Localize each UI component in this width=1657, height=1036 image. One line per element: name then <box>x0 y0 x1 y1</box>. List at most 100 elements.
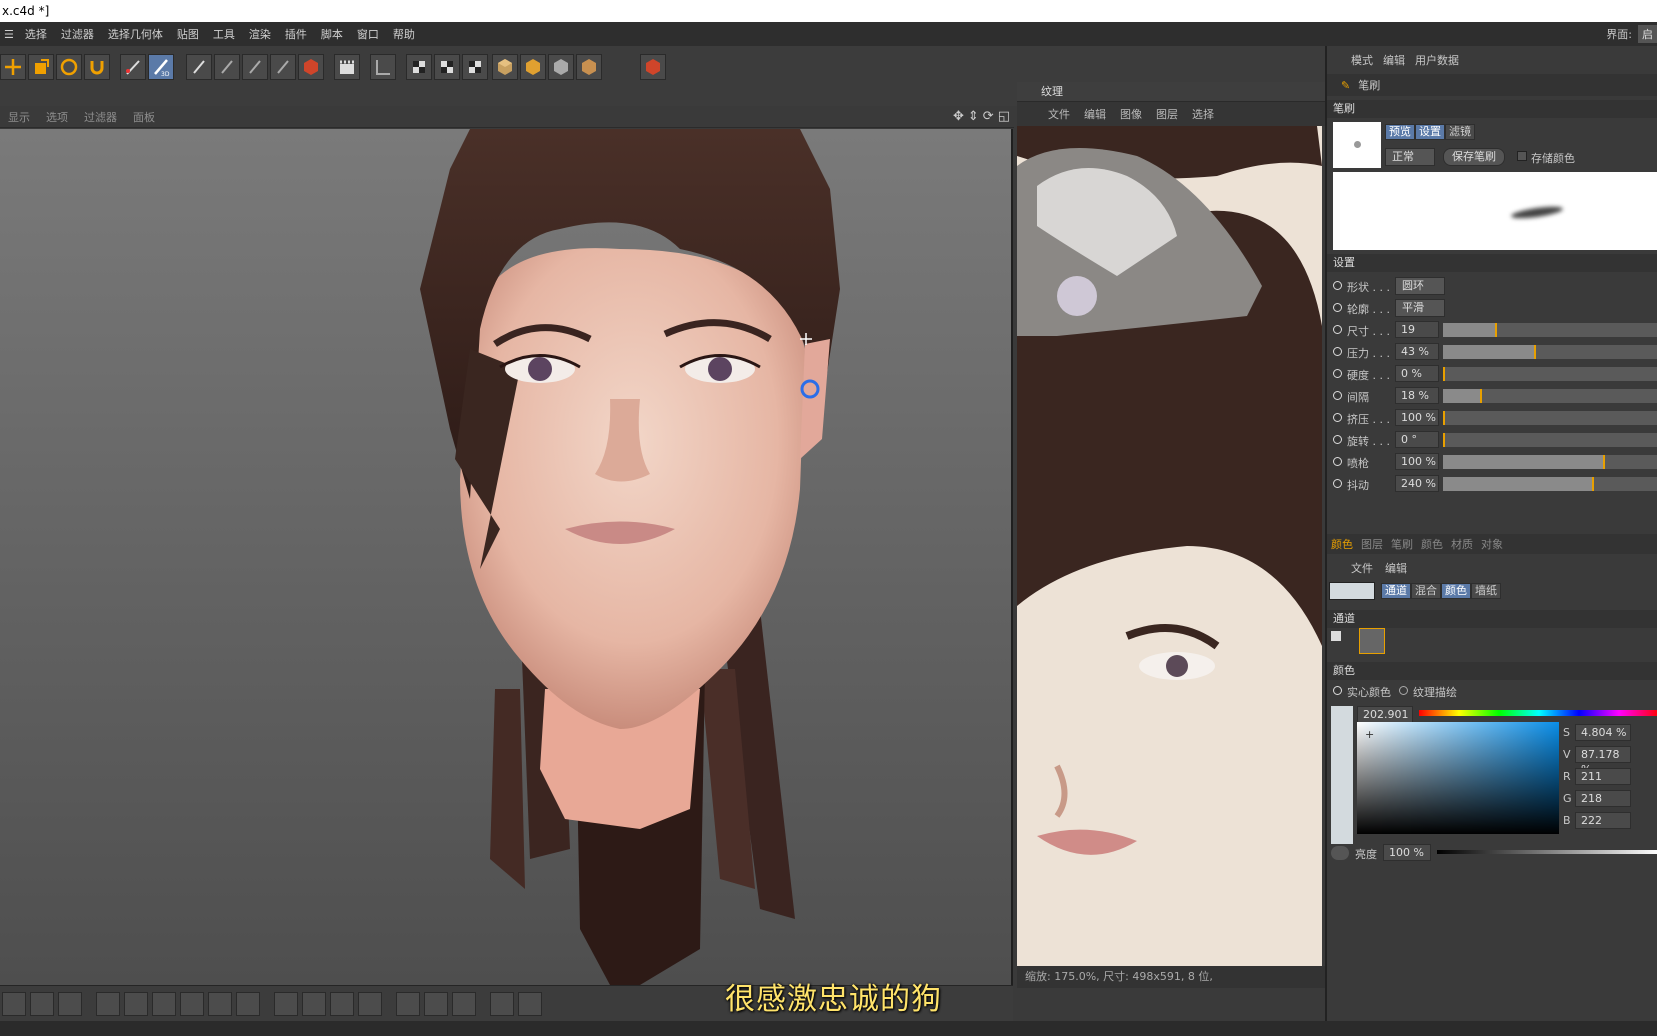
blend-mode-dropdown[interactable]: 正常 <box>1385 148 1435 166</box>
viewport-menu-filter[interactable]: 过滤器 <box>76 109 125 125</box>
sv-picker[interactable]: + <box>1357 722 1559 834</box>
texture-menu-layer[interactable]: 图层 <box>1149 106 1185 122</box>
param-slider[interactable] <box>1443 389 1657 403</box>
tab-color-active[interactable]: 颜色 <box>1331 536 1353 552</box>
uv-tool-14-button[interactable] <box>396 992 420 1016</box>
paint-3d-button[interactable]: 3D <box>148 54 174 80</box>
param-value-field[interactable]: 43 % <box>1395 343 1439 360</box>
render-button[interactable] <box>334 54 360 80</box>
v-field[interactable]: 87.178 % <box>1575 746 1631 776</box>
attr-menu-edit[interactable]: 编辑 <box>1383 52 1405 68</box>
cube-2-button[interactable] <box>520 54 546 80</box>
magnet-tool-button[interactable] <box>84 54 110 80</box>
texture-paint-button[interactable] <box>298 54 324 80</box>
mode-tab-mix[interactable]: 混合 <box>1411 583 1441 599</box>
param-slider[interactable] <box>1443 433 1657 447</box>
texture-menu-image[interactable]: 图像 <box>1113 106 1149 122</box>
uv-tool-1-button[interactable] <box>2 992 26 1016</box>
param-slider[interactable] <box>1443 411 1657 425</box>
uv-tool-6-button[interactable] <box>152 992 176 1016</box>
viewport-menu-options[interactable]: 选项 <box>38 109 76 125</box>
texture-menu-select[interactable]: 选择 <box>1185 106 1221 122</box>
g-field[interactable]: 218 <box>1575 790 1631 807</box>
store-color-checkbox[interactable] <box>1517 151 1527 161</box>
cube-checker-3-button[interactable] <box>462 54 488 80</box>
brightness-field[interactable]: 100 % <box>1383 844 1431 861</box>
texture-canvas[interactable] <box>1017 126 1322 966</box>
uv-tool-10-button[interactable] <box>274 992 298 1016</box>
paint-tool-1-button[interactable] <box>186 54 212 80</box>
uv-tool-7-button[interactable] <box>180 992 204 1016</box>
hue-slider[interactable] <box>1419 710 1657 716</box>
channel-thumbnail[interactable] <box>1359 628 1385 654</box>
param-slider[interactable] <box>1443 345 1657 359</box>
orbit-icon[interactable]: ⟳ <box>983 109 994 124</box>
menu-select[interactable]: 选择 <box>18 26 54 42</box>
param-slider[interactable] <box>1443 455 1657 469</box>
color-menu-edit[interactable]: 编辑 <box>1385 560 1407 576</box>
uv-tool-16-button[interactable] <box>452 992 476 1016</box>
uv-tool-2-button[interactable] <box>30 992 54 1016</box>
param-slider[interactable] <box>1443 367 1657 381</box>
rotate-tool-button[interactable] <box>56 54 82 80</box>
polygon-pen-button[interactable] <box>120 54 146 80</box>
param-animate-radio[interactable] <box>1333 303 1342 312</box>
param-slider[interactable] <box>1443 477 1657 491</box>
param-value-field[interactable]: 19 <box>1395 321 1439 338</box>
param-animate-radio[interactable] <box>1333 369 1342 378</box>
solid-color-radio[interactable] <box>1333 686 1342 695</box>
viewport-3d[interactable] <box>0 129 1013 985</box>
menu-help[interactable]: 帮助 <box>386 26 422 42</box>
save-brush-button[interactable]: 保存笔刷 <box>1443 148 1505 166</box>
attr-menu-userdata[interactable]: 用户数据 <box>1415 52 1459 68</box>
mode-tab-wallpaper[interactable]: 墙纸 <box>1471 583 1501 599</box>
param-animate-radio[interactable] <box>1333 457 1342 466</box>
viewport-menu-panel[interactable]: 面板 <box>125 109 163 125</box>
texture-paint-radio[interactable] <box>1399 686 1408 695</box>
menu-filter[interactable]: 过滤器 <box>54 26 101 42</box>
tab-brush[interactable]: 笔刷 <box>1391 536 1413 552</box>
current-color-swatch[interactable] <box>1329 582 1375 600</box>
s-field[interactable]: 4.804 % <box>1575 724 1631 741</box>
viewport-menu-display[interactable]: 显示 <box>0 109 38 125</box>
param-dropdown[interactable]: 圆环 <box>1395 277 1445 295</box>
brightness-toggle[interactable] <box>1331 846 1349 860</box>
uv-tool-8-button[interactable] <box>208 992 232 1016</box>
menu-tools[interactable]: 工具 <box>206 26 242 42</box>
hue-field[interactable]: 202.901 <box>1357 706 1413 723</box>
param-value-field[interactable]: 18 % <box>1395 387 1439 404</box>
param-animate-radio[interactable] <box>1333 347 1342 356</box>
param-value-field[interactable]: 0 % <box>1395 365 1439 382</box>
cube-1-button[interactable] <box>492 54 518 80</box>
cube-checker-2-button[interactable] <box>434 54 460 80</box>
tab-object[interactable]: 对象 <box>1481 536 1503 552</box>
b-field[interactable]: 222 <box>1575 812 1631 829</box>
uv-tool-18-button[interactable] <box>518 992 542 1016</box>
param-value-field[interactable]: 100 % <box>1395 453 1439 470</box>
uv-tool-4-button[interactable] <box>96 992 120 1016</box>
mode-tab-channel[interactable]: 通道 <box>1381 583 1411 599</box>
r-field[interactable]: 211 <box>1575 768 1631 785</box>
param-value-field[interactable]: 240 % <box>1395 475 1439 492</box>
material-button[interactable] <box>640 54 666 80</box>
dolly-icon[interactable]: ⇕ <box>968 109 979 124</box>
param-animate-radio[interactable] <box>1333 435 1342 444</box>
cube-checker-1-button[interactable] <box>406 54 432 80</box>
uv-tool-15-button[interactable] <box>424 992 448 1016</box>
paint-tool-3-button[interactable] <box>242 54 268 80</box>
param-value-field[interactable]: 0 ° <box>1395 431 1439 448</box>
param-slider[interactable] <box>1443 323 1657 337</box>
param-dropdown[interactable]: 平滑 <box>1395 299 1445 317</box>
menu-texture[interactable]: 贴图 <box>170 26 206 42</box>
uv-tool-3-button[interactable] <box>58 992 82 1016</box>
brush-tab-settings[interactable]: 设置 <box>1415 124 1445 140</box>
menu-render[interactable]: 渲染 <box>242 26 278 42</box>
menu-edge-icon[interactable]: ☰ <box>0 28 18 41</box>
tab-layers[interactable]: 图层 <box>1361 536 1383 552</box>
menu-script[interactable]: 脚本 <box>314 26 350 42</box>
menu-select-geometry[interactable]: 选择几何体 <box>101 26 170 42</box>
layout-dropdown[interactable]: 启 <box>1638 25 1657 43</box>
brush-tab-filter[interactable]: 滤镜 <box>1445 124 1475 140</box>
channel-color-icon[interactable] <box>1331 631 1341 641</box>
paint-tool-2-button[interactable] <box>214 54 240 80</box>
